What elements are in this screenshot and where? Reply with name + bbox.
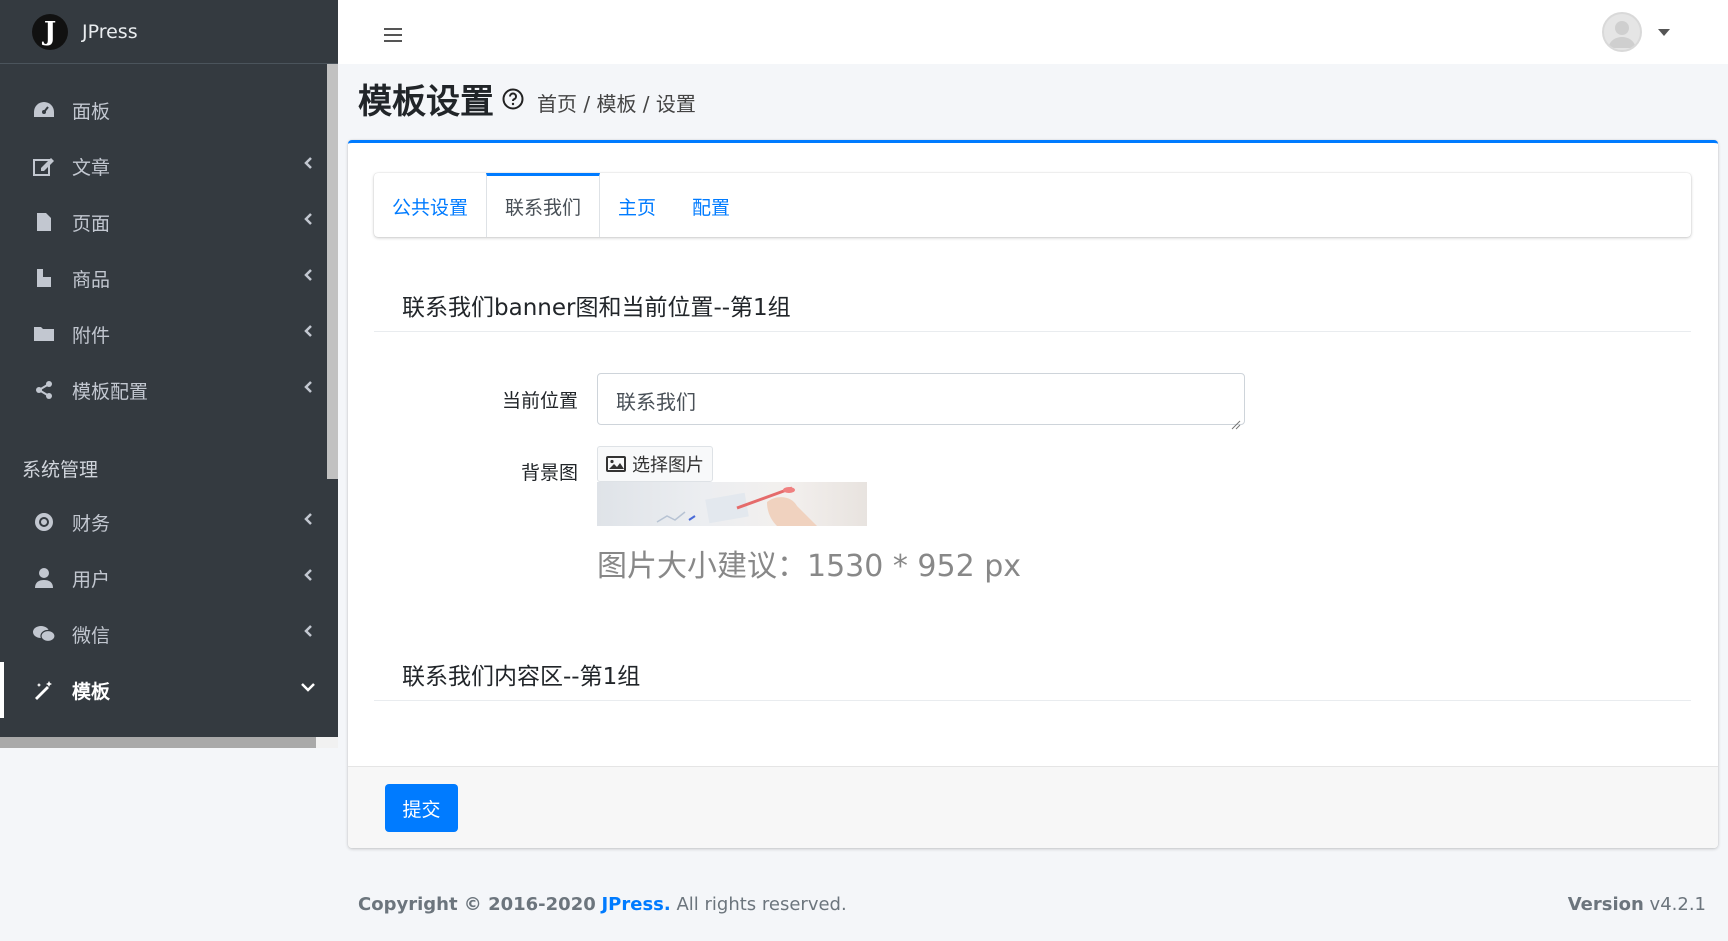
help-icon[interactable] (502, 88, 524, 110)
dashboard-icon (32, 98, 56, 122)
location-label: 当前位置 (501, 390, 578, 412)
sidebar-item-label: 页面 (72, 212, 111, 235)
chevron-left-icon (300, 211, 316, 227)
user-icon (32, 566, 56, 590)
settings-tabs: 公共设置 联系我们 主页 配置 (374, 173, 1691, 237)
chevron-left-icon (300, 379, 316, 395)
chevron-down-icon (300, 679, 316, 695)
folder-icon (32, 322, 56, 346)
template-settings-card: 公共设置 联系我们 主页 配置 联系我们banner图和当前位置--第1组 当前… (348, 140, 1718, 848)
breadcrumb[interactable]: 首页 / 模板 / 设置 (537, 88, 696, 117)
sidebar-item-products[interactable]: 商品 (0, 250, 338, 306)
wechat-icon (32, 622, 56, 646)
background-label: 背景图 (520, 462, 578, 484)
version-info: Version v4.2.1 (1568, 894, 1706, 915)
finance-icon (32, 510, 56, 534)
sidebar-item-label: 文章 (72, 156, 111, 179)
footer-brand-link[interactable]: JPress. (601, 894, 670, 915)
chevron-left-icon (300, 511, 316, 527)
copyright: Copyright © 2016-2020 JPress. All rights… (358, 894, 847, 915)
caret-down-icon[interactable] (1658, 29, 1670, 36)
image-icon (606, 456, 626, 472)
footer-rights: All rights reserved. (670, 894, 847, 915)
sidebar-item-label: 模板 (72, 680, 111, 703)
pick-image-button[interactable]: 选择图片 (597, 446, 713, 482)
pick-image-label: 选择图片 (632, 455, 704, 476)
sidebar-nav: 面板 文章 页面 商品 附件 模板配置 系统管理 财务 用户 微信 模板 (0, 64, 338, 718)
sidebar-item-template-config[interactable]: 模板配置 (0, 362, 338, 418)
resize-grip-icon[interactable] (1231, 411, 1241, 430)
sidebar-item-dashboard[interactable]: 面板 (0, 82, 338, 138)
submit-button[interactable]: 提交 (385, 784, 458, 832)
tab-public-settings[interactable]: 公共设置 (374, 173, 486, 237)
hamburger-menu-icon[interactable] (384, 28, 402, 44)
sidebar-horizontal-scrollbar[interactable] (0, 737, 316, 748)
tab-home[interactable]: 主页 (600, 173, 674, 237)
section-title-banner: 联系我们banner图和当前位置--第1组 (402, 295, 791, 321)
location-input-value: 联系我们 (616, 390, 696, 414)
section-divider (374, 331, 1691, 332)
chevron-left-icon (300, 323, 316, 339)
file-icon (32, 210, 56, 234)
sidebar-section-header: 系统管理 (22, 459, 99, 481)
page-title: 模板设置 (358, 82, 494, 122)
user-avatar[interactable] (1602, 12, 1642, 52)
sidebar-item-label: 面板 (72, 100, 111, 123)
sidebar-item-finance[interactable]: 财务 (0, 494, 338, 550)
share-icon (32, 378, 56, 402)
sidebar-item-template[interactable]: 模板 (0, 662, 338, 718)
sidebar-vertical-scrollbar[interactable] (327, 64, 338, 479)
sidebar-item-label: 微信 (72, 624, 111, 647)
sidebar-item-wechat[interactable]: 微信 (0, 606, 338, 662)
background-image-preview[interactable] (597, 482, 867, 526)
tab-contact-us[interactable]: 联系我们 (486, 173, 601, 237)
brand[interactable]: J JPress (0, 0, 338, 64)
version-value: v4.2.1 (1649, 894, 1706, 915)
magic-wand-icon (32, 678, 56, 702)
section-divider (374, 700, 1691, 701)
product-icon (32, 266, 56, 290)
chevron-left-icon (300, 267, 316, 283)
section-title-content: 联系我们内容区--第1组 (402, 664, 641, 690)
sidebar-item-attachments[interactable]: 附件 (0, 306, 338, 362)
image-size-hint: 图片大小建议：1530 * 952 px (597, 549, 1022, 584)
edit-icon (32, 154, 56, 178)
sidebar: J JPress 面板 文章 页面 商品 附件 模板配置 系统管理 财务 用户 … (0, 0, 338, 748)
copyright-prefix: Copyright © 2016-2020 (358, 894, 596, 915)
sidebar-item-label: 用户 (72, 568, 111, 591)
location-input[interactable]: 联系我们 (597, 373, 1245, 430)
brand-name: JPress (82, 20, 138, 43)
card-footer: 提交 (348, 766, 1718, 848)
sidebar-item-label: 商品 (72, 268, 111, 291)
top-navbar (338, 0, 1728, 64)
chevron-left-icon (300, 623, 316, 639)
sidebar-item-label: 模板配置 (72, 380, 149, 403)
chevron-left-icon (300, 155, 316, 171)
sidebar-item-users[interactable]: 用户 (0, 550, 338, 606)
version-label: Version (1567, 894, 1644, 915)
sidebar-item-pages[interactable]: 页面 (0, 194, 338, 250)
chevron-left-icon (300, 567, 316, 583)
sidebar-item-articles[interactable]: 文章 (0, 138, 338, 194)
brand-logo: J (32, 13, 68, 50)
sidebar-item-label: 财务 (72, 512, 111, 535)
sidebar-item-label: 附件 (72, 324, 111, 347)
tab-config[interactable]: 配置 (674, 173, 748, 237)
